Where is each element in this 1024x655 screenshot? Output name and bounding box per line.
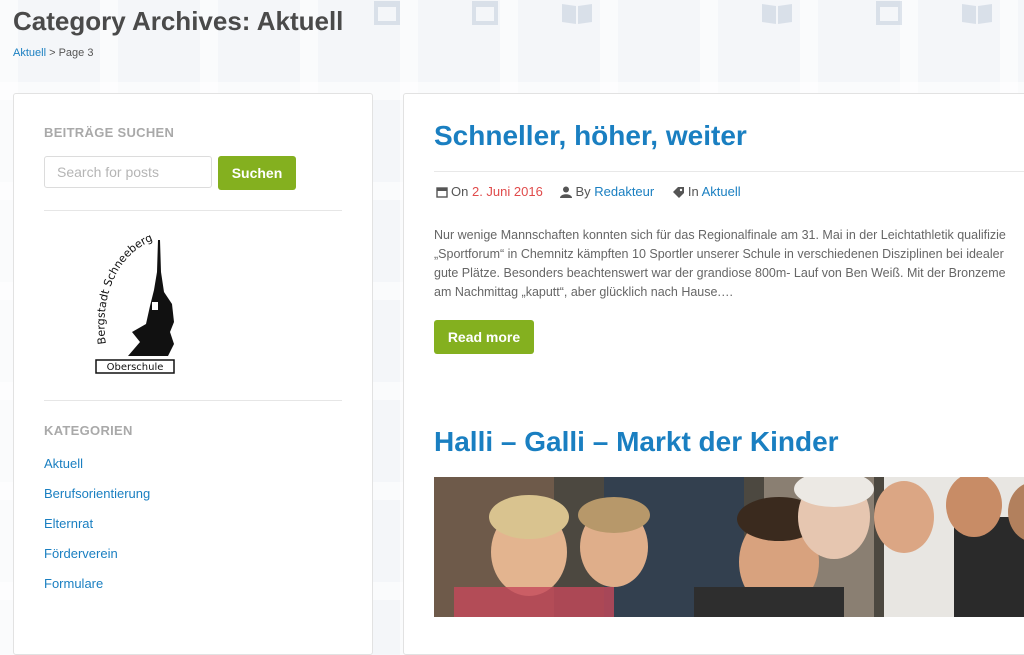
post-excerpt: Nur wenige Mannschaften konnten sich für… [434,226,1024,302]
post-date-meta: On 2. Juni 2016 [436,184,543,199]
post-author-meta: By Redakteur [560,184,654,199]
breadcrumb: Aktuell > Page 3 [13,47,93,59]
sidebar-divider [44,400,342,401]
post-category-label: In [687,184,699,199]
breadcrumb-link-aktuell[interactable]: Aktuell [13,47,46,59]
category-link-foerderverein[interactable]: Förderverein [44,546,118,561]
logo-label: Oberschule [107,362,164,373]
search-widget-title: BEITRÄGE SUCHEN [44,125,175,140]
read-more-button[interactable]: Read more [434,320,534,354]
category-item: Berufsorientierung [44,486,150,516]
category-list: Aktuell Berufsorientierung Elternrat För… [44,456,150,606]
calendar-icon [876,1,902,25]
calendar-icon [472,1,498,25]
sidebar-divider [44,210,342,211]
breadcrumb-separator: > [46,47,59,59]
category-item: Aktuell [44,456,150,486]
user-icon [560,186,573,198]
book-icon [962,4,992,24]
breadcrumb-current: Page 3 [58,47,94,59]
excerpt-line: „Sportforum“ in Chemnitz kämpften 10 Spo… [434,247,1004,261]
excerpt-line: Nur wenige Mannschaften konnten sich für… [434,228,1006,242]
category-link-aktuell[interactable]: Aktuell [44,456,83,471]
category-link-formulare[interactable]: Formulare [44,576,103,591]
excerpt-line: gute Plätze. Besonders beachtenswert war… [434,266,1006,280]
post-author-label: By [575,184,591,199]
search-button[interactable]: Suchen [218,156,296,190]
post-featured-image[interactable] [434,477,1024,617]
post-date-label: On [451,184,469,199]
categories-widget-title: KATEGORIEN [44,423,133,438]
search-input[interactable] [44,156,212,188]
excerpt-line: am Nachmittag „kaputt“, aber glücklich n… [434,285,734,299]
school-logo: Bergstadt Schneeberg Oberschule [94,232,175,374]
category-item: Elternrat [44,516,150,546]
post-date[interactable]: 2. Juni 2016 [472,184,543,199]
post-list: Schneller, höher, weiter On 2. Juni 2016… [403,93,1024,655]
post-meta-divider [434,171,1024,172]
page-title: Category Archives: Aktuell [13,6,344,36]
category-link-elternrat[interactable]: Elternrat [44,516,93,531]
post-title-link[interactable]: Schneller, höher, weiter [434,120,747,152]
post-category-link[interactable]: Aktuell [702,184,741,199]
post-author-link[interactable]: Redakteur [594,184,654,199]
category-item: Förderverein [44,546,150,576]
post-meta: On 2. Juni 2016 By Redakteur In Aktuell [436,184,755,199]
sidebar: BEITRÄGE SUCHEN Suchen Bergstadt Schneeb… [13,93,373,655]
book-icon [562,4,592,24]
tag-icon [672,187,684,198]
category-item: Formulare [44,576,150,606]
post-title-link[interactable]: Halli – Galli – Markt der Kinder [434,426,839,458]
post-category-meta: In Aktuell [672,184,741,199]
category-link-berufsorientierung[interactable]: Berufsorientierung [44,486,150,501]
calendar-icon [374,1,400,25]
calendar-icon [436,187,448,198]
book-icon [762,4,792,24]
